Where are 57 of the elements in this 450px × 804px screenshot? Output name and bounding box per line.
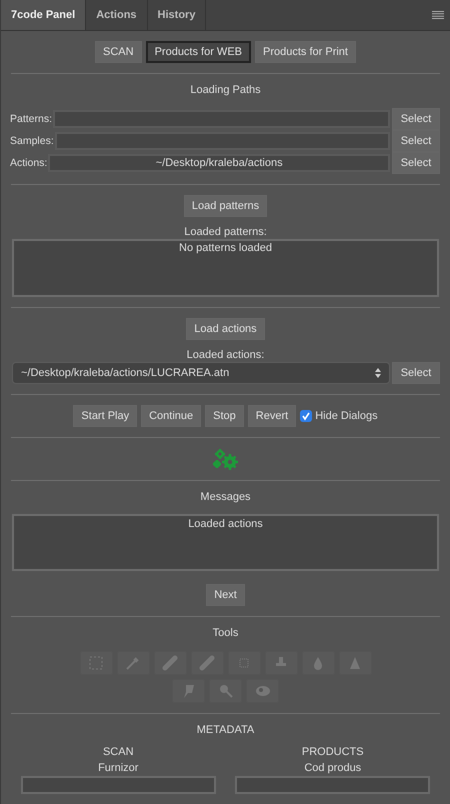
patterns-list[interactable]: No patterns loaded	[12, 239, 439, 297]
select-button[interactable]: Select	[392, 152, 440, 174]
list-label: Loaded actions:	[186, 349, 266, 362]
section-title: Loading Paths	[189, 84, 262, 98]
metadata-field[interactable]	[235, 776, 430, 794]
path-label: Samples:	[10, 135, 54, 147]
column-heading: SCAN	[102, 746, 134, 760]
section-title: Messages	[199, 491, 252, 505]
play-button[interactable]: Stop	[205, 405, 244, 427]
eye-tool-button[interactable]	[246, 679, 279, 703]
chip-tool-button[interactable]	[228, 651, 260, 675]
smudge-tool-button[interactable]	[172, 679, 205, 703]
next-button[interactable]: Next	[206, 584, 245, 606]
mode-button[interactable]: Products for Print	[255, 41, 356, 63]
triangle-icon	[347, 655, 363, 671]
select-button[interactable]: Select	[392, 362, 440, 384]
panel-tab[interactable]: History	[148, 0, 206, 30]
eyedropper-icon	[125, 655, 141, 671]
path-field[interactable]: ~/Desktop/kraleba/actions	[48, 154, 390, 172]
select-button[interactable]: Select	[392, 130, 440, 152]
mode-button[interactable]: Products for WEB	[146, 41, 251, 63]
gears-icon	[212, 448, 240, 472]
menu-icon[interactable]	[432, 11, 444, 19]
panel-tab[interactable]: 7code Panel	[1, 0, 86, 30]
eye-icon	[254, 683, 270, 699]
messages-area[interactable]: Loaded actions	[12, 514, 439, 571]
play-button[interactable]: Start Play	[73, 405, 138, 427]
marquee-tool-button[interactable]	[80, 651, 112, 675]
checkbox-icon[interactable]	[300, 410, 312, 422]
hide-dialogs-checkbox[interactable]: Hide Dialogs	[300, 410, 378, 422]
dashed-square-icon	[88, 655, 104, 671]
metadata-field[interactable]	[20, 776, 216, 794]
section-title: METADATA	[196, 724, 256, 738]
updown-arrows-icon	[375, 368, 381, 378]
field-label: Cod produs	[304, 762, 362, 776]
actions-dropdown[interactable]: ~/Desktop/kraleba/actions/LUCRAREA.atn	[12, 362, 390, 384]
zoom-tool-button[interactable]	[209, 679, 242, 703]
section-title: Tools	[212, 627, 240, 641]
mode-button[interactable]: SCAN	[95, 41, 142, 63]
patch-tool-button[interactable]	[190, 651, 224, 675]
field-label: Furnizor	[98, 762, 138, 776]
magnifier-icon	[218, 683, 234, 699]
drop-tool-button[interactable]	[302, 651, 334, 675]
load-actions-button[interactable]: Load actions	[186, 318, 265, 340]
list-label: Loaded patterns:	[183, 226, 268, 239]
healing-tool-button[interactable]	[154, 651, 186, 675]
eyedropper-tool-button[interactable]	[116, 651, 150, 675]
path-label: Actions:	[10, 157, 48, 169]
stamp-tool-button[interactable]	[264, 651, 298, 675]
load-patterns-button[interactable]: Load patterns	[184, 195, 268, 217]
cone-tool-button[interactable]	[338, 651, 372, 675]
path-label: Patterns:	[10, 113, 52, 125]
play-button[interactable]: Continue	[141, 405, 202, 427]
play-button[interactable]: Revert	[248, 405, 296, 427]
column-heading: PRODUCTS	[302, 746, 364, 760]
select-button[interactable]: Select	[392, 108, 440, 130]
panel-tab[interactable]: Actions	[86, 0, 148, 30]
